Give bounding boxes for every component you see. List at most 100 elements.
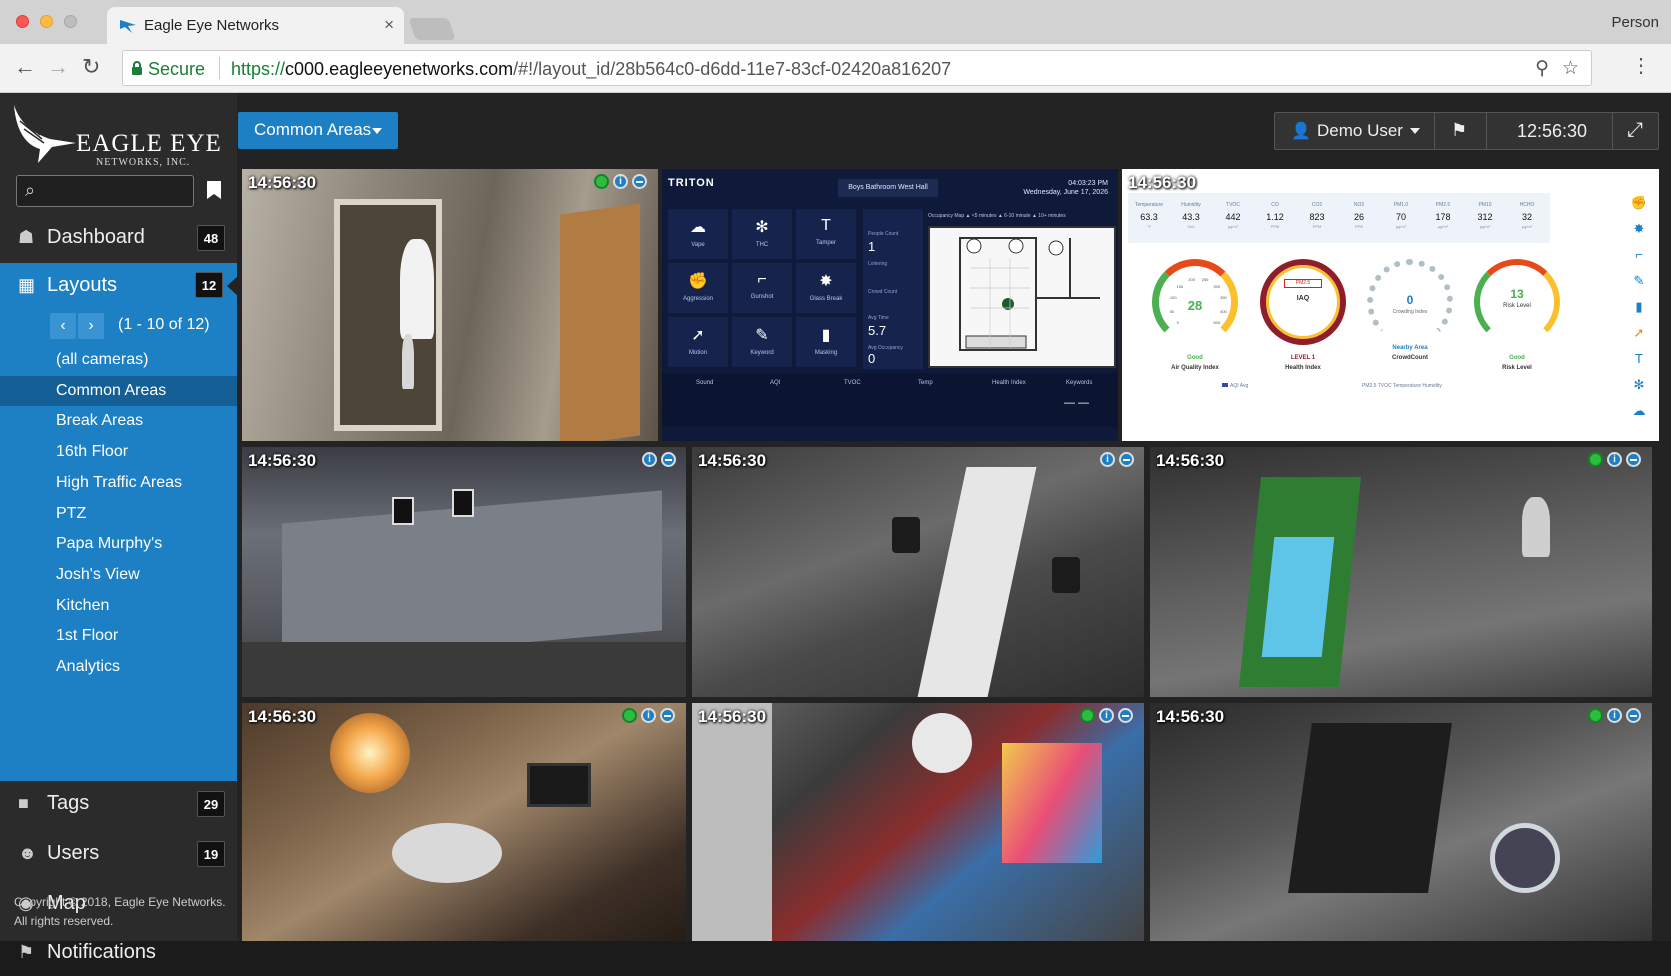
address-bar[interactable]: Secure https://c000.eagleeyenetworks.com… bbox=[122, 50, 1592, 86]
info-icon[interactable]: i bbox=[641, 708, 656, 723]
fullscreen-button[interactable]: ⤢ bbox=[1613, 113, 1658, 149]
air-metric: NO2 26 PPB bbox=[1340, 193, 1378, 243]
triton-tile[interactable]: T Tamper bbox=[796, 209, 856, 259]
layout-item[interactable]: Papa Murphy's bbox=[0, 529, 237, 559]
close-window-button[interactable] bbox=[16, 15, 29, 28]
metric-unit: %rh bbox=[1187, 224, 1195, 229]
info-icon[interactable]: i bbox=[1607, 452, 1622, 467]
badge-icon[interactable]: ✸ bbox=[1629, 221, 1649, 247]
nav-tags[interactable]: ■ Tags 29 bbox=[0, 781, 237, 827]
camera-timestamp: 14:56:30 bbox=[248, 173, 317, 192]
thc-icon[interactable]: ✻ bbox=[1629, 377, 1649, 403]
camera-tile[interactable]: 14:56:30 i bbox=[242, 169, 658, 441]
nav-users[interactable]: ☻ Users 19 bbox=[0, 831, 237, 877]
triton-tile-label: Vape bbox=[691, 242, 705, 248]
triton-tile-icon: ➚ bbox=[691, 327, 705, 344]
triton-tile[interactable]: ⌐ Gunshot bbox=[732, 263, 792, 313]
camera-tile[interactable]: 14:56:30 i bbox=[692, 447, 1144, 697]
vape-icon[interactable]: ☁ bbox=[1629, 403, 1649, 429]
browser-tab[interactable]: Eagle Eye Networks × bbox=[107, 7, 404, 44]
alerts-button[interactable]: ⚑ bbox=[1435, 113, 1487, 149]
triton-tile[interactable]: ✊ Aggression bbox=[668, 263, 728, 313]
crowd-count-label: Crowd Count bbox=[868, 289, 898, 295]
minimize-icon[interactable] bbox=[1626, 452, 1641, 467]
partition bbox=[692, 703, 772, 941]
info-icon[interactable]: i bbox=[642, 452, 657, 467]
info-icon[interactable]: i bbox=[1100, 452, 1115, 467]
camera-tile[interactable]: 14:56:30 i bbox=[1150, 447, 1652, 697]
forward-icon[interactable]: → bbox=[47, 55, 69, 79]
masking-icon[interactable]: ▮ bbox=[1629, 299, 1649, 325]
layout-item[interactable]: Common Areas bbox=[0, 375, 237, 406]
triton-tile[interactable]: ✸ Glass Break bbox=[796, 263, 856, 313]
nav-notifications[interactable]: ⚑ Notifications bbox=[0, 930, 237, 976]
camera-tile[interactable]: 14:56:30 i bbox=[692, 703, 1144, 941]
layout-select-button[interactable]: Common Areas bbox=[238, 112, 398, 149]
air-quality-dashboard[interactable]: 14:56:30 Temperature 63.3 °F Humidity 43.3 %r… bbox=[1122, 169, 1659, 441]
minimize-icon[interactable] bbox=[1626, 708, 1641, 723]
triton-tile[interactable]: ✻ THC bbox=[732, 209, 792, 259]
layout-item[interactable]: 1st Floor bbox=[0, 621, 237, 651]
tab-close-icon[interactable]: × bbox=[384, 15, 394, 35]
triton-footer-label: Keywords bbox=[1066, 380, 1093, 386]
triton-dashboard[interactable]: TRITON Boys Bathroom West Hall 04:03:23 … bbox=[662, 169, 1118, 441]
triton-tile[interactable]: ➚ Motion bbox=[668, 317, 728, 367]
minimize-window-button[interactable] bbox=[40, 15, 53, 28]
url-text[interactable]: https://c000.eagleeyenetworks.com/#!/lay… bbox=[231, 59, 951, 80]
layout-item[interactable]: Analytics bbox=[0, 652, 237, 682]
triton-tile[interactable]: ✎ Keyword bbox=[732, 317, 792, 367]
pager-next-button[interactable]: › bbox=[78, 313, 104, 339]
info-icon[interactable]: i bbox=[1607, 708, 1622, 723]
layout-item[interactable]: 16th Floor bbox=[0, 437, 237, 467]
metric-value: 63.3 bbox=[1140, 212, 1158, 222]
table bbox=[917, 467, 1037, 697]
minimize-icon[interactable] bbox=[661, 452, 676, 467]
nav-dashboard[interactable]: ☗ Dashboard 48 bbox=[0, 215, 237, 261]
active-indicator bbox=[227, 276, 238, 296]
motion-icon[interactable]: ➚ bbox=[1629, 325, 1649, 351]
camera-tile[interactable]: 14:56:30 i bbox=[1150, 703, 1652, 941]
profile-name[interactable]: Person bbox=[1611, 14, 1659, 31]
new-tab-button[interactable] bbox=[408, 18, 456, 40]
tamper-icon[interactable]: T bbox=[1629, 351, 1649, 377]
air-metrics-strip: Temperature 63.3 °F Humidity 43.3 %rh TVOC 442 µ… bbox=[1128, 193, 1550, 243]
layout-item[interactable]: PTZ bbox=[0, 499, 237, 529]
user-menu-button[interactable]: 👤 Demo User bbox=[1275, 113, 1435, 149]
bookmark-icon[interactable] bbox=[207, 181, 221, 199]
keyword-icon[interactable]: ✎ bbox=[1629, 273, 1649, 299]
gauge-tick-label: 0 bbox=[1176, 320, 1179, 326]
info-icon[interactable]: i bbox=[613, 174, 628, 189]
minimize-icon[interactable] bbox=[1119, 452, 1134, 467]
browser-menu-icon[interactable]: ⋮ bbox=[1631, 53, 1651, 78]
info-icon[interactable]: i bbox=[1099, 708, 1114, 723]
layout-item[interactable]: (all cameras) bbox=[0, 345, 237, 375]
air-metric: PM2.5 178 µg/m³ bbox=[1424, 193, 1462, 243]
minimize-icon[interactable] bbox=[660, 708, 675, 723]
star-icon[interactable]: ☆ bbox=[1562, 57, 1579, 80]
wall-frame bbox=[452, 489, 474, 517]
search-input[interactable]: ⌕ bbox=[16, 175, 194, 207]
pager-prev-button[interactable]: ‹ bbox=[50, 313, 76, 339]
back-icon[interactable]: ← bbox=[14, 55, 36, 79]
camera-tile[interactable]: 14:56:30 i bbox=[242, 703, 686, 941]
minimize-icon[interactable] bbox=[632, 174, 647, 189]
aggression-icon[interactable]: ✊ bbox=[1629, 195, 1649, 221]
camera-tile[interactable]: 14:56:30 i bbox=[242, 447, 686, 697]
minimize-icon[interactable] bbox=[1118, 708, 1133, 723]
layout-item[interactable]: Kitchen bbox=[0, 591, 237, 621]
crowd-count-value: 0 bbox=[1406, 293, 1414, 307]
zoom-window-button[interactable] bbox=[64, 15, 77, 28]
nav-layouts[interactable]: ▦ Layouts 12 bbox=[0, 263, 238, 308]
pin-icon[interactable]: ⚲ bbox=[1535, 57, 1549, 80]
triton-tile-icon: ▮ bbox=[821, 327, 831, 344]
gunshot-icon[interactable]: ⌐ bbox=[1629, 247, 1649, 273]
risk-level-value: 13 bbox=[1510, 287, 1524, 301]
reload-icon[interactable]: ↻ bbox=[82, 55, 100, 79]
triton-tile[interactable]: ▮ Masking bbox=[796, 317, 856, 367]
triton-tile[interactable]: ☁ Vape bbox=[668, 209, 728, 259]
layout-item[interactable]: Break Areas bbox=[0, 406, 237, 436]
air-metric: Temperature 63.3 °F bbox=[1130, 193, 1168, 243]
eagle-eye-logo[interactable]: EAGLE EYE NETWORKS, INC. bbox=[10, 101, 225, 169]
layout-item[interactable]: Josh's View bbox=[0, 560, 237, 590]
layout-item[interactable]: High Traffic Areas bbox=[0, 468, 237, 498]
